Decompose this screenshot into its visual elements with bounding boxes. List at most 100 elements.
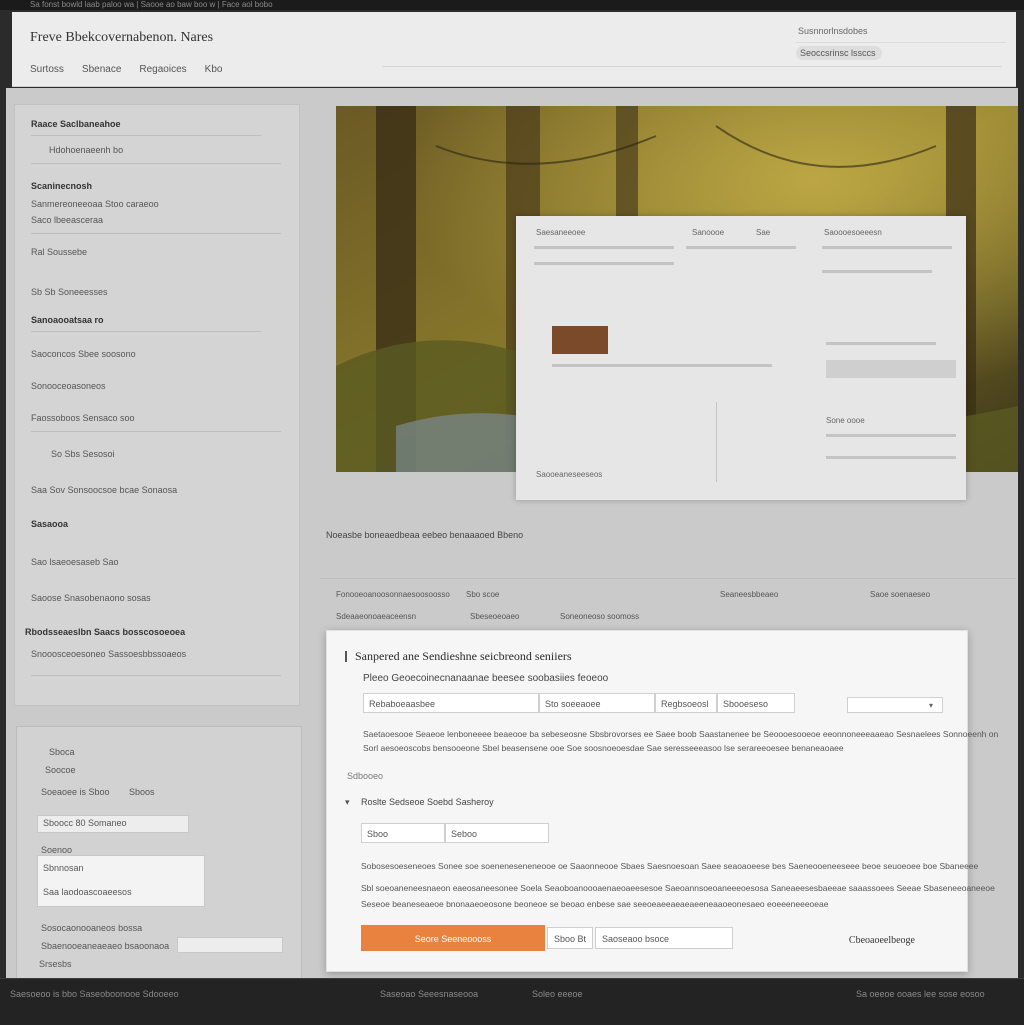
list-item[interactable]: Sdeaaeonoaeaceensn [336, 612, 416, 621]
section-label: Sdbooeo [347, 771, 384, 781]
field-text: Sboocc 80 Somaneo [43, 818, 127, 828]
list-item[interactable]: Snooosceoesoneo Sassoesbbssoaeos [31, 649, 186, 659]
primary-button[interactable]: Seore Seeneoooss [361, 925, 545, 951]
dialog-subtitle: Pleeo Geoecoinecnanaanae beesee soobasii… [363, 673, 609, 684]
placeholder-line [826, 342, 936, 345]
description-text: Seseoe beaneseaeoe bnonaaeoeosone beoneo… [361, 899, 829, 909]
divider [31, 135, 261, 136]
placeholder-line [686, 246, 796, 249]
user-label[interactable]: Susnnorlnsdobes [798, 26, 868, 36]
placeholder-line [826, 456, 956, 459]
list-item[interactable]: Sao lsaeoesaseb Sao [31, 557, 119, 567]
list-item[interactable]: Soenoo [41, 845, 72, 855]
placeholder-line [534, 246, 674, 249]
left-panel: Raace Saclbaneahoe Hdohoenaeenh bo Scani… [14, 104, 300, 706]
placeholder-line [822, 270, 932, 273]
list-item[interactable]: Fonooeoanoosonnaesoosoosso [336, 590, 450, 599]
checkbox-label[interactable]: Roslte Sedseoe Soebd Sasheroy [361, 797, 494, 807]
status-text: Soleo eeeoe [532, 989, 583, 999]
section-heading: Rbodsseaeslbn Saacs bosscosoeoea [25, 627, 186, 637]
list-item[interactable]: Sosocaonooaneos bossa [41, 923, 142, 933]
lower-left-panel: Sboca Soocoe Soeaoee is Sboo Sboos Sbooc… [16, 726, 302, 980]
text-field-1[interactable]: Rebaboeaasbee [363, 693, 539, 713]
status-text: Sa oeeoe ooaes lee sose eosoo [856, 989, 985, 999]
top-nav: Surtoss Sbenace Regaoices Kbo [30, 64, 222, 75]
list-item[interactable]: Soneoneoso soomoss [560, 612, 639, 621]
window-label: Saesaneeoee [536, 228, 586, 237]
panel-label: Sboca [49, 747, 75, 757]
text-field-3[interactable]: Regbsoeosl [655, 693, 717, 713]
list-item[interactable]: Soocoe [45, 765, 76, 775]
text-field-2[interactable]: Sto soeeaoee [539, 693, 655, 713]
header-divider [382, 66, 1002, 67]
secondary-button[interactable]: Saoseaoo bsoce [595, 927, 733, 949]
list-item[interactable]: Sbeseoeoaeo [470, 612, 519, 621]
divider [31, 331, 261, 332]
divider [31, 675, 281, 676]
nav-item-3[interactable]: Regaoices [139, 64, 186, 75]
section-heading: Sasaooa [31, 519, 69, 529]
list-item[interactable]: Saco lbeeasceraa [31, 215, 103, 225]
app-title: Freve Bbekcovernabenon. Nares [30, 30, 214, 45]
photo-caption: Noeasbe boneaedbeaa eebeo benaaaoed Bben… [326, 530, 524, 540]
small-field-1[interactable]: Sboo [361, 823, 445, 843]
list-item[interactable]: Saoose Snasobenaono sosas [31, 593, 151, 603]
dialog-link[interactable]: Cbeoaoeelbeoge [849, 935, 915, 946]
list-item[interactable]: Sbaenooeaneaeaeo bsaoonaoa [41, 941, 169, 951]
panel-heading: Raace Saclbaneahoe [31, 119, 121, 129]
preview-window: Saesaneeoee Sanoooe Sae Saoooesoeeesn So… [516, 216, 966, 500]
list-item[interactable]: Sbo scoe [466, 590, 499, 599]
dialog-title: Sanpered ane Sendieshne seicbreond senii… [345, 649, 572, 663]
status-text: Saesoeoo is bbo Saseoboonooe Sdooeeo [10, 989, 179, 999]
nav-item-1[interactable]: Surtoss [30, 64, 64, 75]
small-field-2[interactable]: Seboo [445, 823, 549, 843]
list-item[interactable]: Saoconcos Sbee soosono [31, 349, 136, 359]
section-heading: Scaninecnosh [31, 181, 93, 191]
list-item[interactable]: Sbnnosan [43, 863, 84, 873]
list-item[interactable]: Hdohoenaeenh bo [49, 145, 123, 155]
list-item[interactable]: Sb Sb Soneeesses [31, 287, 108, 297]
list-item[interactable]: Sonooceoasoneos [31, 381, 106, 391]
window-label: Sone oooe [826, 416, 865, 425]
divider [31, 431, 281, 432]
list-item[interactable]: Sanmereoneeoaa Stoo caraeoo [31, 199, 159, 209]
thumbnail[interactable] [552, 326, 608, 354]
description-text: Sobosesoeseneoes Sonee soe soenenesenene… [361, 861, 979, 871]
list-item[interactable]: Sboos [129, 787, 155, 797]
input-field[interactable] [177, 937, 283, 953]
list-item[interactable]: Saoe soenaeseo [870, 590, 930, 599]
list-item[interactable]: Saa laodoascoaeesos [43, 887, 132, 897]
window-label: Sanoooe [692, 228, 725, 237]
divider [716, 402, 717, 482]
settings-dialog: Sanpered ane Sendieshne seicbreond senii… [326, 630, 998, 972]
nav-item-4[interactable]: Kbo [205, 64, 223, 75]
chevron-down-icon[interactable]: ▾ [929, 701, 933, 710]
list-item[interactable]: Soeaoee is Sboo [41, 787, 110, 797]
list-item[interactable]: So Sbs Sesosoi [51, 449, 115, 459]
placeholder-line [552, 364, 772, 367]
secondary-button[interactable]: Sboo Bt [547, 927, 594, 949]
header-search-pill[interactable]: Seoccsrinsc lssccs [796, 46, 882, 60]
window-label: Saoooesoeeesn [824, 228, 882, 237]
app-header: Freve Bbekcovernabenon. Nares Surtoss Sb… [12, 12, 1016, 87]
description-text: Sorl aesoeoscobs bensooeone Sbel beasens… [363, 743, 844, 753]
divider [31, 233, 281, 234]
description-text: Sbl soeoaneneesnaeon eaeosaneesonee Soel… [361, 883, 995, 893]
chevron-down-icon[interactable]: ▾ [345, 797, 350, 808]
divider [320, 578, 1016, 579]
text-field-4[interactable]: Sbooeseso [717, 693, 795, 713]
list-item[interactable]: Seaneesbbeaeo [720, 590, 778, 599]
list-item[interactable]: Faossoboos Sensaco soo [31, 413, 135, 423]
header-divider-right [796, 42, 1006, 43]
list-item[interactable]: Srsesbs [39, 959, 72, 969]
list-item[interactable]: Ral Soussebe [31, 247, 87, 257]
list-item[interactable]: Saa Sov Sonsoocsoe bcae Sonaosa [31, 485, 177, 495]
divider [31, 163, 281, 164]
nav-item-2[interactable]: Sbenace [82, 64, 121, 75]
description-text: Saetaoesooe Seaeoe lenboneeee beaeooe ba… [363, 729, 999, 739]
window-label: Sae [756, 228, 771, 237]
placeholder-line [826, 434, 956, 437]
section-heading: Sanoaooatsaa ro [31, 315, 104, 325]
status-text: Saseoao Seeesnaseooa [380, 989, 479, 999]
placeholder-block [826, 360, 956, 378]
